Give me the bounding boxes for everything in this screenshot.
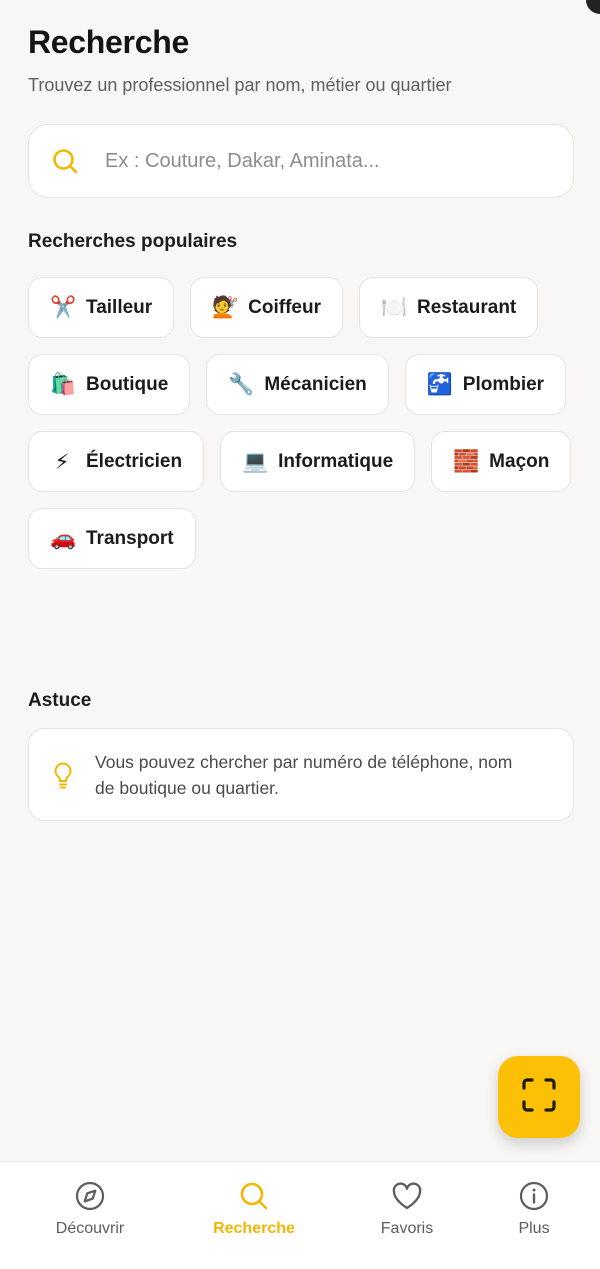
chip-informatique[interactable]: 💻 Informatique: [220, 431, 416, 492]
tab-decouvrir[interactable]: Découvrir: [30, 1180, 150, 1238]
popular-searches-title: Recherches populaires: [28, 231, 238, 252]
lightning-icon: ⚡: [54, 449, 70, 474]
scissors-icon: ✂️: [50, 295, 77, 319]
chip-label: Restaurant: [417, 296, 517, 318]
chip-label: Tailleur: [86, 296, 153, 318]
page-subtitle: Trouvez un professionnel par nom, métier…: [28, 75, 452, 95]
chip-macon[interactable]: 🧱 Maçon: [431, 431, 572, 492]
tab-label: Plus: [518, 1220, 550, 1237]
status-corner: [586, 0, 600, 14]
chip-electricien[interactable]: ⚡ Électricien: [28, 431, 205, 492]
chip-label: Maçon: [489, 450, 550, 472]
page-title: Recherche: [28, 24, 189, 60]
chip-mecanicien[interactable]: 🔧 Mécanicien: [206, 354, 389, 415]
chip-restaurant[interactable]: 🍽️ Restaurant: [359, 277, 539, 338]
chip-label: Électricien: [86, 450, 183, 472]
chip-label: Transport: [86, 527, 174, 549]
info-icon: [518, 1180, 550, 1212]
search-icon: [51, 147, 79, 175]
search-icon: [238, 1180, 270, 1212]
tip-text: Vous pouvez chercher par numéro de télép…: [95, 751, 513, 798]
chip-boutique[interactable]: 🛍️ Boutique: [28, 354, 191, 415]
search-bar[interactable]: [28, 124, 574, 198]
chip-coiffeur[interactable]: 💇 Coiffeur: [190, 277, 343, 338]
shopping-bags-icon: 🛍️: [50, 372, 77, 396]
lightbulb-icon: [51, 760, 75, 790]
tab-label: Recherche: [213, 1220, 295, 1237]
tip-title: Astuce: [28, 690, 92, 711]
tab-plus[interactable]: Plus: [474, 1180, 594, 1238]
chip-label: Coiffeur: [248, 296, 321, 318]
chip-label: Mécanicien: [264, 373, 367, 395]
chip-label: Informatique: [278, 450, 394, 472]
chip-tailleur[interactable]: ✂️ Tailleur: [28, 277, 175, 338]
bottom-tab-bar: Découvrir Recherche Favoris Plus: [0, 1161, 600, 1269]
chip-label: Plombier: [462, 373, 545, 395]
heart-icon: [391, 1180, 423, 1212]
tab-label: Découvrir: [55, 1220, 125, 1237]
tab-favoris[interactable]: Favoris: [347, 1180, 467, 1238]
haircut-icon: 💇: [212, 295, 239, 319]
tab-label: Favoris: [380, 1220, 434, 1237]
popular-searches-list: ✂️ Tailleur 💇 Coiffeur 🍽️ Restaurant 🛍️ Bout…: [28, 277, 574, 569]
wrench-icon: 🔧: [228, 372, 255, 396]
chip-transport[interactable]: 🚗 Transport: [28, 508, 196, 569]
plate-icon: 🍽️: [381, 295, 408, 319]
tab-recherche[interactable]: Recherche: [194, 1180, 314, 1238]
water-tap-icon: 🚰: [426, 372, 453, 396]
laptop-icon: 💻: [242, 449, 269, 473]
scan-icon: [521, 1077, 557, 1118]
compass-icon: [74, 1180, 106, 1212]
chip-label: Boutique: [86, 373, 169, 395]
brick-icon: 🧱: [453, 449, 480, 473]
car-icon: 🚗: [50, 526, 77, 550]
scan-button[interactable]: [498, 1056, 580, 1138]
search-input[interactable]: [105, 149, 525, 173]
chip-plombier[interactable]: 🚰 Plombier: [404, 354, 567, 415]
tip-card: Vous pouvez chercher par numéro de télép…: [28, 728, 574, 821]
